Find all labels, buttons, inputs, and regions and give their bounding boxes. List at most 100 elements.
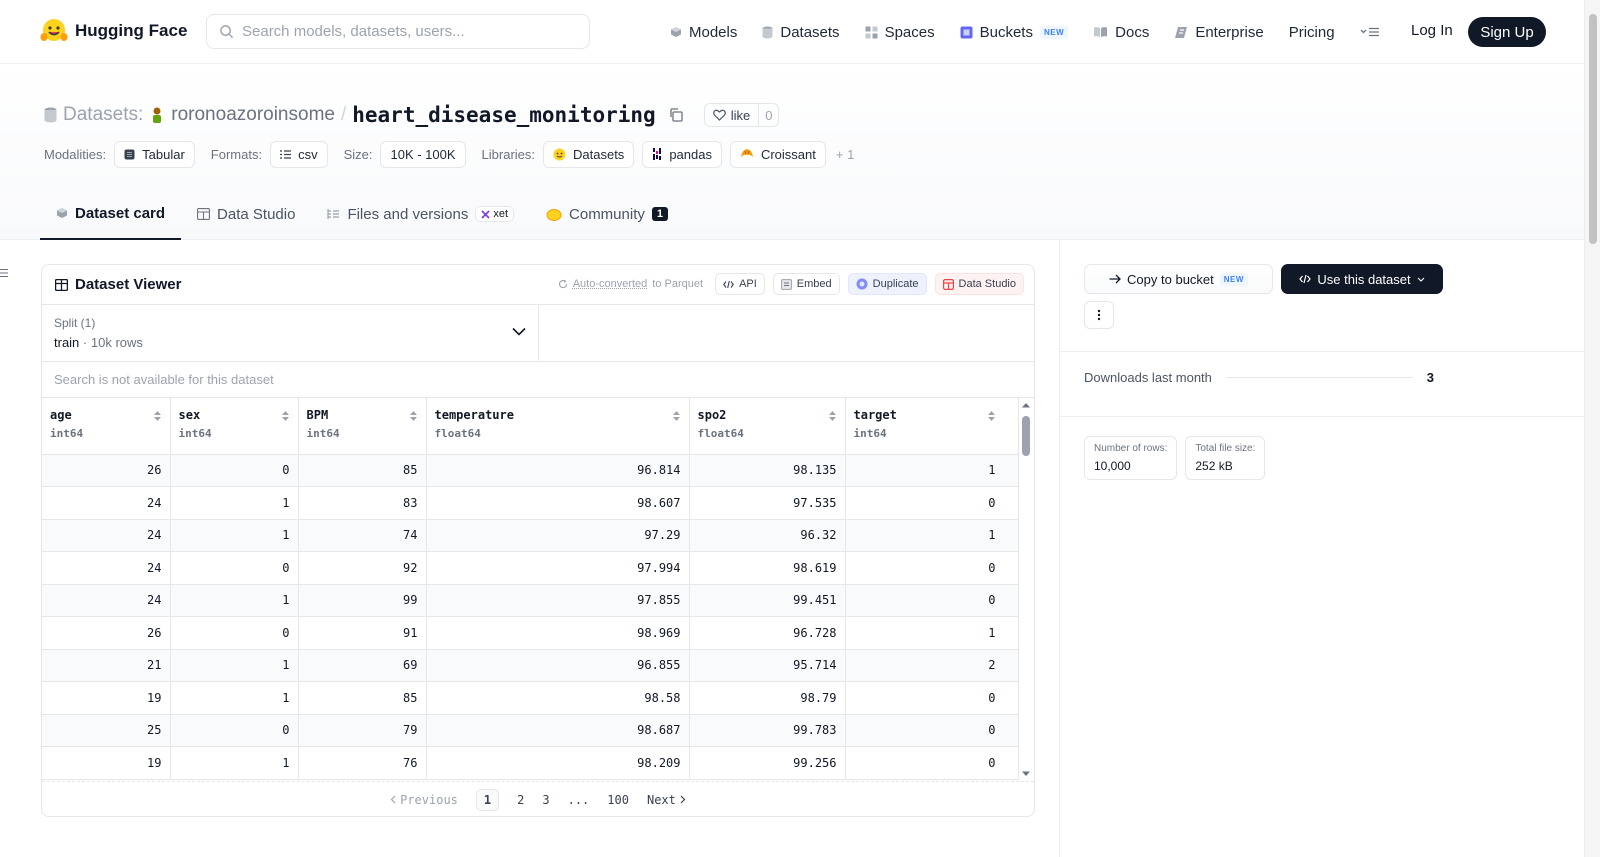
nav-buckets[interactable]: Buckets NEW [960, 24, 1069, 41]
embed-button[interactable]: Embed [772, 273, 840, 295]
table-cell-sex: 0 [170, 551, 299, 585]
tab-files-versions[interactable]: Files and versions xet [311, 188, 530, 240]
api-button[interactable]: API [715, 273, 765, 295]
repo-name[interactable]: heart_disease_monitoring [352, 103, 655, 127]
previous-page-button[interactable]: Previous [390, 793, 458, 807]
modality-value: Tabular [142, 146, 185, 162]
login-link[interactable]: Log In [1411, 22, 1453, 39]
use-this-dataset-label: Use this dataset [1317, 271, 1411, 287]
brand-logo[interactable]: Hugging Face [40, 17, 187, 45]
modality-pill[interactable]: Tabular [114, 140, 195, 168]
new-badge: NEW [1219, 272, 1248, 286]
rows-stat-label: Number of rows: [1094, 443, 1168, 454]
table-cell-sex: 1 [170, 649, 299, 682]
vertical-dots-icon [1097, 309, 1101, 321]
table-row: 24 1 83 98.607 97.535 0 [42, 486, 1019, 520]
split-selector[interactable]: Split (1) train · 10k rows [42, 305, 539, 361]
search-input[interactable] [242, 23, 562, 40]
size-pill[interactable]: 10K - 100K [380, 140, 466, 168]
nav-docs-label: Docs [1115, 23, 1150, 41]
column-header-bpm[interactable]: BPM int64 [298, 398, 427, 455]
nav-datasets[interactable]: Datasets [762, 24, 840, 41]
tab-community[interactable]: Community 1 [530, 188, 684, 240]
nav-docs[interactable]: Docs [1093, 24, 1149, 41]
sort-icon[interactable] [153, 410, 162, 422]
column-type: float64 [697, 427, 744, 440]
column-header-target[interactable]: target int64 [845, 398, 1019, 455]
repo-owner[interactable]: roronoazoroinsome [171, 104, 335, 126]
scroll-up-icon[interactable] [1021, 402, 1031, 408]
more-libraries[interactable]: + 1 [836, 147, 854, 162]
library-pill-croissant[interactable]: Croissant [729, 140, 826, 168]
sort-icon[interactable] [281, 410, 290, 422]
library-pill-pandas[interactable]: pandas [642, 140, 722, 168]
new-badge: NEW [1039, 25, 1069, 39]
api-label: API [739, 278, 757, 290]
scroll-down-icon[interactable] [1021, 771, 1031, 777]
hugging-face-icon [553, 148, 566, 160]
table-cell-age: 19 [42, 746, 171, 780]
sort-icon[interactable] [987, 410, 996, 422]
page-100-button[interactable]: 100 [607, 793, 629, 807]
table-cell-age: 24 [42, 584, 171, 617]
downloads-sparkline [1225, 377, 1413, 378]
table-scrollbar[interactable] [1018, 398, 1034, 781]
book-icon [1094, 27, 1108, 37]
signup-button[interactable]: Sign Up [1468, 17, 1546, 47]
nav-spaces[interactable]: Spaces [865, 24, 935, 41]
table-cell-bpm: 69 [298, 649, 427, 682]
use-this-dataset-button[interactable]: Use this dataset [1281, 264, 1443, 294]
file-size-stat-label: Total file size: [1195, 443, 1256, 454]
nav-models[interactable]: Models [670, 24, 737, 41]
column-header-age[interactable]: age int64 [42, 398, 171, 455]
sort-icon[interactable] [672, 410, 681, 422]
global-search[interactable] [206, 14, 590, 49]
tab-dataset-card[interactable]: Dataset card [40, 188, 182, 240]
sort-icon[interactable] [828, 410, 837, 422]
chevron-down-icon [512, 327, 526, 336]
copy-icon[interactable] [668, 107, 684, 123]
nav-pricing[interactable]: Pricing [1289, 24, 1335, 41]
column-type: int64 [50, 427, 84, 440]
page-2-button[interactable]: 2 [517, 793, 524, 807]
table-cell-spo2: 99.256 [689, 746, 846, 780]
page-scrollbar-thumb[interactable] [1589, 14, 1597, 244]
nav-enterprise[interactable]: Enterprise [1174, 23, 1264, 41]
table-cell-sex: 0 [170, 714, 299, 747]
tab-community-label: Community [569, 205, 645, 223]
split-name: train [54, 335, 80, 350]
data-studio-button[interactable]: Data Studio [934, 273, 1024, 295]
duplicate-button[interactable]: Duplicate [847, 273, 927, 295]
like-button[interactable]: like 0 [703, 103, 780, 127]
column-header-spo2[interactable]: spo2 float64 [689, 398, 846, 455]
table-cell-sex: 0 [170, 454, 299, 487]
page-3-button[interactable]: 3 [542, 793, 549, 807]
table-cell-target: 0 [845, 486, 1019, 520]
more-options-button[interactable] [1084, 301, 1114, 329]
page-1-button[interactable]: 1 [475, 788, 500, 811]
section-label: Datasets: [63, 104, 144, 125]
table-row: 19 1 76 98.209 99.256 0 [42, 746, 1019, 780]
code-icon [1299, 274, 1312, 284]
nav-more-menu[interactable] [1360, 26, 1380, 38]
next-page-button[interactable]: Next [647, 793, 686, 807]
format-pill[interactable]: csv [270, 140, 328, 168]
data-table-container: age int64 sex int64 BPM int64 temperature float… [42, 398, 1034, 781]
column-header-temperature[interactable]: temperature float64 [426, 398, 690, 455]
copy-to-bucket-button[interactable]: Copy to bucket NEW [1084, 264, 1273, 294]
column-type: float64 [434, 427, 481, 440]
tab-data-studio[interactable]: Data Studio [181, 188, 311, 240]
sidebar-toggle-icon[interactable] [0, 268, 8, 278]
page-scrollbar[interactable] [1584, 0, 1600, 857]
sort-icon[interactable] [409, 410, 418, 422]
table-cell-spo2: 98.619 [689, 551, 846, 585]
nav-enterprise-label: Enterprise [1195, 23, 1264, 41]
tab-files-versions-label: Files and versions [347, 205, 469, 223]
table-scrollbar-thumb[interactable] [1022, 416, 1030, 456]
croissant-icon [740, 149, 753, 157]
library-croissant-label: Croissant [760, 146, 816, 162]
table-icon [55, 278, 68, 291]
column-header-sex[interactable]: sex int64 [170, 398, 299, 455]
library-pill-datasets[interactable]: Datasets [543, 140, 635, 168]
auto-converted-link[interactable]: Auto-converted [573, 278, 648, 290]
